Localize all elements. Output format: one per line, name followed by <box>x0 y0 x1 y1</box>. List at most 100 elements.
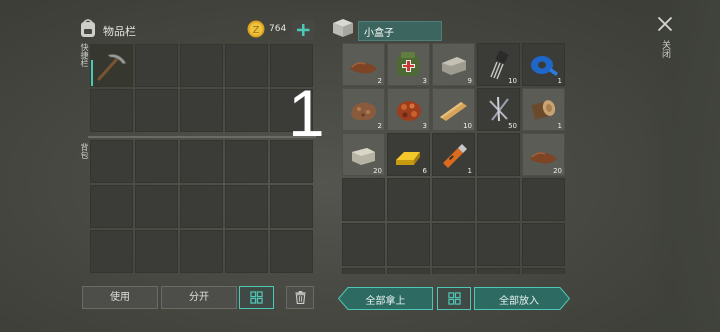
container-grid: 2 3 9 10 1 2 3 10 50 1 20 6 1 20 <box>342 43 568 274</box>
item-qty: 3 <box>422 122 427 130</box>
hotbar-slot-8[interactable] <box>180 89 223 132</box>
backpack-slot[interactable] <box>90 230 133 273</box>
item-qty: 6 <box>422 167 427 175</box>
hotbar-slot-1[interactable] <box>90 44 133 87</box>
put-all-label: 全部放入 <box>499 296 539 307</box>
leather-icon <box>350 62 377 74</box>
hotbar-slot-3[interactable] <box>180 44 223 87</box>
container-slot-empty[interactable] <box>477 133 520 176</box>
split-button[interactable]: 分开 <box>161 286 237 309</box>
container-slot[interactable] <box>432 223 475 266</box>
container-slot[interactable] <box>387 268 430 274</box>
duct-tape-icon <box>531 56 558 76</box>
container-slot[interactable] <box>477 178 520 221</box>
container-slot[interactable] <box>522 223 565 266</box>
container-slot-iron-ore[interactable]: 2 <box>342 88 385 131</box>
container-slot-duct-tape[interactable]: 1 <box>522 43 565 86</box>
backpack-slot[interactable] <box>180 185 223 228</box>
backpack-slot[interactable] <box>135 230 178 273</box>
item-qty: 1 <box>467 167 472 175</box>
container-slot-electronic-part[interactable]: 10 <box>477 43 520 86</box>
gold-ingot-icon <box>396 152 420 165</box>
item-qty: 2 <box>377 77 382 85</box>
container-slot-limestone[interactable]: 20 <box>342 133 385 176</box>
container-slot-leather[interactable]: 2 <box>342 43 385 86</box>
container-slot[interactable] <box>342 268 385 274</box>
container-slot[interactable] <box>477 268 520 274</box>
copper-ore-icon <box>397 101 421 121</box>
trash-icon <box>294 291 306 305</box>
hotbar-slot-9[interactable] <box>225 89 268 132</box>
hotbar-label: 快捷栏 <box>80 43 89 67</box>
backpack-slot[interactable] <box>135 185 178 228</box>
close-button[interactable]: 关闭 <box>652 12 678 72</box>
grid-sort-icon <box>447 292 461 305</box>
use-button[interactable]: 使用 <box>82 286 158 309</box>
stone-icon <box>442 57 466 75</box>
backpack-grid <box>90 140 316 276</box>
hotbar-slot-6[interactable] <box>90 89 133 132</box>
container-slot-nails[interactable]: 50 <box>477 88 520 131</box>
backpack-slot[interactable] <box>270 185 313 228</box>
container-title-bar: 小盒子 <box>358 21 442 41</box>
item-qty: 10 <box>463 122 472 130</box>
hotbar-slot-4[interactable] <box>225 44 268 87</box>
svg-text:Z: Z <box>253 25 260 36</box>
item-qty: 3 <box>422 77 427 85</box>
container-slot-usb-drive[interactable]: 1 <box>432 133 475 176</box>
item-qty: 1 <box>557 122 562 130</box>
plus-icon <box>297 24 310 36</box>
container-slot-log[interactable]: 1 <box>522 88 565 131</box>
iron-ore-icon <box>351 102 376 121</box>
container-slot[interactable] <box>342 223 385 266</box>
backpack-slot[interactable] <box>270 230 313 273</box>
item-qty: 2 <box>377 122 382 130</box>
backpack-slot[interactable] <box>180 230 223 273</box>
container-slot[interactable] <box>477 223 520 266</box>
backpack-slot[interactable] <box>135 140 178 183</box>
container-slot[interactable] <box>522 268 565 274</box>
container-slot-copper-ore[interactable]: 3 <box>387 88 430 131</box>
sort-container-button[interactable] <box>437 287 471 310</box>
backpack-slot[interactable] <box>90 185 133 228</box>
inventory-title: 物品栏 <box>103 25 136 38</box>
container-slot[interactable] <box>522 178 565 221</box>
section-divider <box>88 136 316 138</box>
item-qty: 9 <box>467 77 472 85</box>
container-slot[interactable] <box>387 178 430 221</box>
container-slot[interactable] <box>342 178 385 221</box>
selected-indicator <box>91 60 93 86</box>
container-slot-first-aid-kit[interactable]: 3 <box>387 43 430 86</box>
take-all-button[interactable]: 全部拿上 <box>338 287 433 310</box>
backpack-label: 背包 <box>80 143 89 159</box>
container-slot-wood-plank[interactable]: 10 <box>432 88 475 131</box>
backpack-slot[interactable] <box>225 140 268 183</box>
delete-button[interactable] <box>286 286 314 309</box>
item-qty: 50 <box>508 122 517 130</box>
put-all-button[interactable]: 全部放入 <box>474 287 570 310</box>
container-slot[interactable] <box>387 223 430 266</box>
container-slot-leather[interactable]: 20 <box>522 133 565 176</box>
container-slot-gold-ingot[interactable]: 6 <box>387 133 430 176</box>
hotbar-slot-2[interactable] <box>135 44 178 87</box>
close-icon <box>657 16 673 32</box>
backpack-slot[interactable] <box>225 185 268 228</box>
item-qty: 1 <box>557 77 562 85</box>
usb-drive-icon <box>443 144 467 168</box>
backpack-slot[interactable] <box>180 140 223 183</box>
backpack-slot[interactable] <box>225 230 268 273</box>
container-slot[interactable] <box>432 268 475 274</box>
coin-count: 764 <box>269 24 287 34</box>
pickaxe-icon <box>97 53 127 81</box>
item-qty: 10 <box>508 77 517 85</box>
add-coins-button[interactable] <box>292 20 314 40</box>
container-slot[interactable] <box>432 178 475 221</box>
item-qty: 20 <box>373 167 382 175</box>
first-aid-kit-icon <box>397 52 419 76</box>
container-slot-stone[interactable]: 9 <box>432 43 475 86</box>
box-icon <box>331 18 355 38</box>
close-label: 关闭 <box>660 40 670 58</box>
backpack-slot[interactable] <box>90 140 133 183</box>
sort-inventory-button[interactable] <box>239 286 274 309</box>
hotbar-slot-7[interactable] <box>135 89 178 132</box>
